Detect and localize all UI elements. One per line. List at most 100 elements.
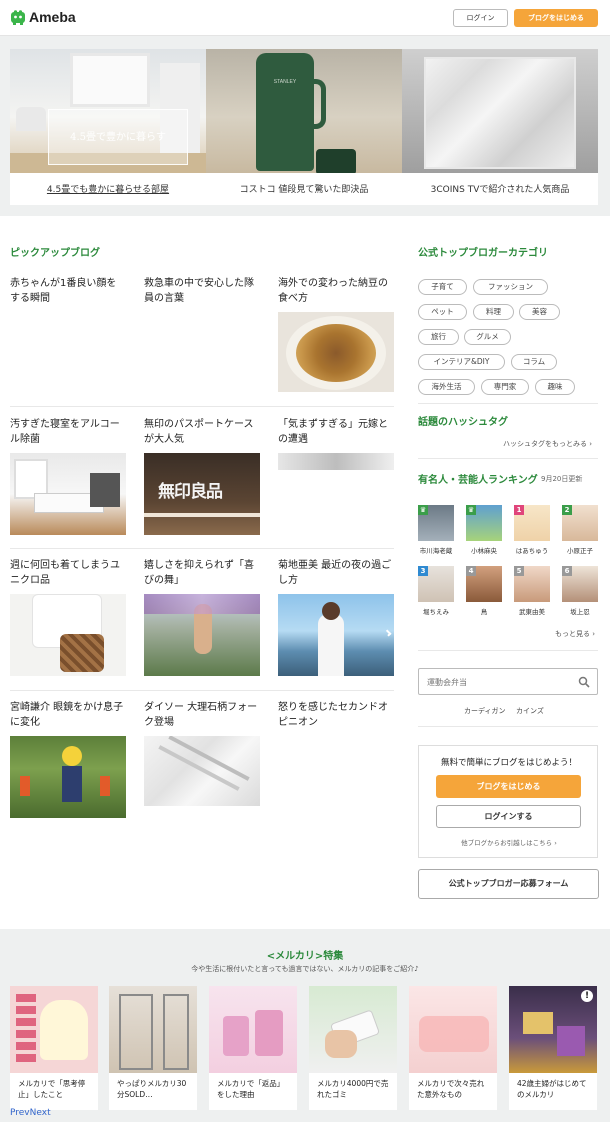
mercari-item[interactable]: メルカリで「思考停止」したこと xyxy=(10,986,98,1110)
ameba-logo-icon xyxy=(11,10,25,25)
chevron-right-icon: › xyxy=(589,440,593,448)
rank-badge: 5 xyxy=(514,566,524,576)
blog-item-title: 菊地亜美 最近の夜の過ごし方 xyxy=(278,560,392,586)
category-tag[interactable]: インテリア&DIY xyxy=(418,354,505,370)
ranking-item[interactable]: 6 坂上忍 xyxy=(562,566,600,616)
category-tag[interactable]: 料理 xyxy=(473,304,514,320)
ranking-item[interactable]: 5 武東由美 xyxy=(514,566,552,616)
ranking-name: 堀ちえみ xyxy=(423,608,449,616)
hashtag-more-label: ハッシュタグをもっとみる xyxy=(503,440,587,448)
avatar: ♛ xyxy=(466,505,502,541)
search-box[interactable]: 運動会弁当 xyxy=(418,668,598,695)
mercari-item[interactable]: メルカリ4000円で売れたゴミ xyxy=(309,986,397,1110)
migrate-label: 他ブログからお引越しはこちら xyxy=(461,839,553,847)
mercari-image: ! xyxy=(509,986,597,1073)
featured-item[interactable]: 4.5畳で豊かに暮らす 4.5畳でも豊かに暮らせる部屋 xyxy=(10,49,206,205)
featured-caption: コストコ 値段見て驚いた即決品 xyxy=(239,185,369,195)
blog-item[interactable]: 無印のパスポートケースが大人気 無印良品 xyxy=(144,417,260,535)
blog-item-image-muji-store: 無印良品 xyxy=(144,453,260,535)
featured-item[interactable]: STANLEY コストコ 値段見て驚いた即決品 xyxy=(206,49,402,205)
start-blog-box: 無料で簡単にブログをはじめよう！ ブログをはじめる ログインする 他ブログからお… xyxy=(418,745,598,858)
blog-item[interactable]: 「気まずすぎる」元嫁との遭遇 xyxy=(278,417,394,470)
next-link[interactable]: Next xyxy=(30,1108,51,1118)
search-suggestion[interactable]: カインズ xyxy=(516,706,544,716)
blog-item[interactable]: 菊地亜美 最近の夜の過ごし方 xyxy=(278,558,394,676)
ranking-more-link[interactable]: もっと見る › xyxy=(555,629,595,639)
migrate-link[interactable]: 他ブログからお引越しはこちら › xyxy=(419,837,599,847)
hashtag-more-link[interactable]: ハッシュタグをもっとみる › xyxy=(503,439,592,449)
blog-item[interactable]: 宮崎謙介 眼鏡をかけ息子に変化 xyxy=(10,700,126,818)
divider xyxy=(418,726,598,727)
mercari-item[interactable]: メルカリで次々売れた意外なもの xyxy=(409,986,497,1110)
logo-text: Ameba xyxy=(29,9,76,25)
ranking-item[interactable]: 3 堀ちえみ xyxy=(418,566,456,616)
crown-icon: ♛ xyxy=(466,505,476,515)
ranking-item[interactable]: ♛ 小林麻央 xyxy=(466,505,504,555)
thermos-brand-text: STANLEY xyxy=(273,79,297,85)
blog-item-title: 怒りを感じたセカンドオピニオン xyxy=(278,702,388,728)
category-tag[interactable]: ペット xyxy=(418,304,467,320)
start-heading: 無料で簡単にブログをはじめよう！ xyxy=(440,758,577,768)
blog-item-image-marble-fork xyxy=(144,736,260,806)
apply-form-button[interactable]: 公式トップブロガー応募フォーム xyxy=(418,869,599,899)
ranking-item[interactable]: 1 はあちゅう xyxy=(514,505,552,555)
ranking-name: 武東由美 xyxy=(519,608,545,616)
search-icon[interactable] xyxy=(578,676,590,688)
category-tag[interactable]: 美容 xyxy=(519,304,560,320)
blog-item[interactable]: 週に何回も着てしまうユニクロ品 xyxy=(10,558,126,676)
category-tag[interactable]: コラム xyxy=(511,354,557,370)
featured-image-thermos: STANLEY xyxy=(206,49,402,173)
category-tag[interactable]: 旅行 xyxy=(418,329,459,345)
blog-item[interactable]: 海外での変わった納豆の食べ方 xyxy=(278,276,394,392)
login-button-sidebar[interactable]: ログインする xyxy=(436,805,581,828)
blog-item-image-bedroom xyxy=(10,453,126,535)
start-blog-button[interactable]: ブログをはじめる xyxy=(514,9,598,27)
category-tag[interactable]: グルメ xyxy=(464,329,511,345)
ranking-name: 市川海老蔵 xyxy=(419,547,453,555)
blog-item[interactable]: 汚すぎた寝室をアルコール除菌 xyxy=(10,417,126,535)
mercari-item[interactable]: メルカリで「返品」をした理由 xyxy=(209,986,297,1110)
avatar: 4 xyxy=(466,566,502,602)
featured-item[interactable]: 3COINS TVで紹介された人気商品 xyxy=(402,49,598,205)
rank-badge: 6 xyxy=(562,566,572,576)
ranking-item[interactable]: ♛ 市川海老蔵 xyxy=(418,505,456,555)
blog-item[interactable]: 怒りを感じたセカンドオピニオン xyxy=(278,700,394,730)
mercari-title: <メルカリ>特集 xyxy=(266,951,344,962)
blog-item[interactable]: 赤ちゃんが1番良い顔をする瞬間 xyxy=(10,276,126,306)
ameba-logo[interactable]: Ameba xyxy=(10,9,76,25)
category-tag[interactable]: 子育て xyxy=(418,279,467,295)
blog-item[interactable]: 嬉しさを抑えられず「喜びの舞」 xyxy=(144,558,260,676)
mercari-item-title: メルカリ4000円で売れたゴミ xyxy=(317,1079,389,1099)
blog-item[interactable]: 救急車の中で安心した隊員の言葉 xyxy=(144,276,260,306)
ranking-name: はあちゅう xyxy=(515,547,549,555)
ranking-item[interactable]: 4 鳥 xyxy=(466,566,504,616)
rank-badge: 3 xyxy=(418,566,428,576)
category-title: 公式トップブロガーカテゴリ xyxy=(418,248,548,259)
search-suggestion[interactable]: カーディガン xyxy=(464,706,506,716)
carousel-nav: PrevNext xyxy=(10,1108,51,1118)
mercari-item[interactable]: ! 42歳主婦がはじめてのメルカリ xyxy=(509,986,597,1110)
divider xyxy=(10,548,394,549)
hashtag-title: 話題のハッシュタグ xyxy=(418,417,508,428)
featured-overlay-text: 4.5畳で豊かに暮らす xyxy=(70,132,166,143)
mercari-item[interactable]: やっぱりメルカリ30分SOLD… xyxy=(109,986,197,1110)
prev-link[interactable]: Prev xyxy=(10,1108,30,1118)
ranking-item[interactable]: 2 小原正子 xyxy=(562,505,600,555)
mercari-item-title: メルカリで「思考停止」したこと xyxy=(18,1079,86,1099)
category-tag[interactable]: 専門家 xyxy=(481,379,529,395)
mercari-image xyxy=(409,986,497,1073)
rank-badge: 4 xyxy=(466,566,476,576)
featured-caption: 4.5畳でも豊かに暮らせる部屋 xyxy=(46,185,170,195)
blog-item[interactable]: ダイソー 大理石柄フォーク登場 xyxy=(144,700,260,806)
divider xyxy=(418,458,598,459)
blog-item-title: 嬉しさを抑えられず「喜びの舞」 xyxy=(144,560,254,586)
mercari-image xyxy=(109,986,197,1073)
search-input[interactable]: 運動会弁当 xyxy=(427,677,467,688)
login-button[interactable]: ログイン xyxy=(453,9,508,27)
mercari-item-title: メルカリで次々売れた意外なもの xyxy=(417,1079,485,1099)
category-tag[interactable]: ファッション xyxy=(473,279,548,295)
ranking-name: 小林麻央 xyxy=(471,547,497,555)
category-tag[interactable]: 海外生活 xyxy=(418,379,475,395)
start-blog-button-sidebar[interactable]: ブログをはじめる xyxy=(436,775,581,798)
category-tag[interactable]: 趣味 xyxy=(535,379,575,395)
